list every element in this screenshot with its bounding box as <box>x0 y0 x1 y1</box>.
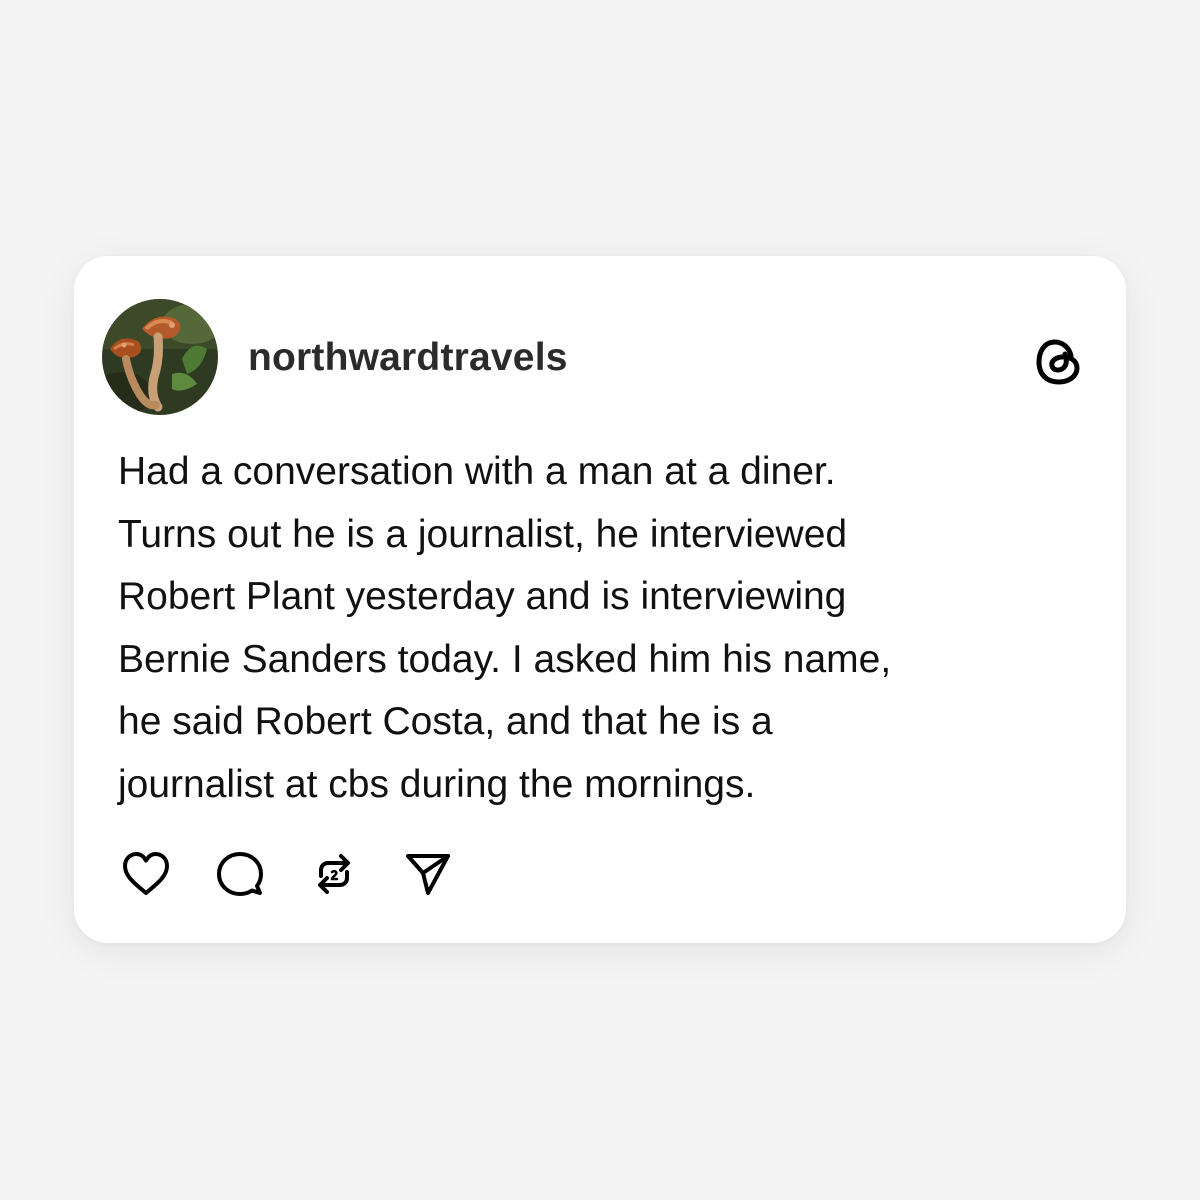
heart-icon <box>123 852 169 895</box>
reply-button[interactable] <box>212 846 268 902</box>
repost-button[interactable] <box>306 846 362 902</box>
avatar[interactable] <box>102 299 218 415</box>
post-text: Had a conversation with a man at a diner… <box>118 450 892 806</box>
threads-logo-icon <box>1031 334 1087 390</box>
like-button[interactable] <box>118 846 174 902</box>
action-bar <box>118 846 494 902</box>
share-button[interactable] <box>400 846 456 902</box>
repost-icon <box>318 854 350 894</box>
comment-icon <box>217 852 263 896</box>
post-card: northwardtravels Had a conversation with… <box>74 256 1126 943</box>
send-icon <box>406 854 450 895</box>
username[interactable]: northwardtravels <box>248 334 568 382</box>
mushroom-photo-avatar <box>102 299 218 415</box>
